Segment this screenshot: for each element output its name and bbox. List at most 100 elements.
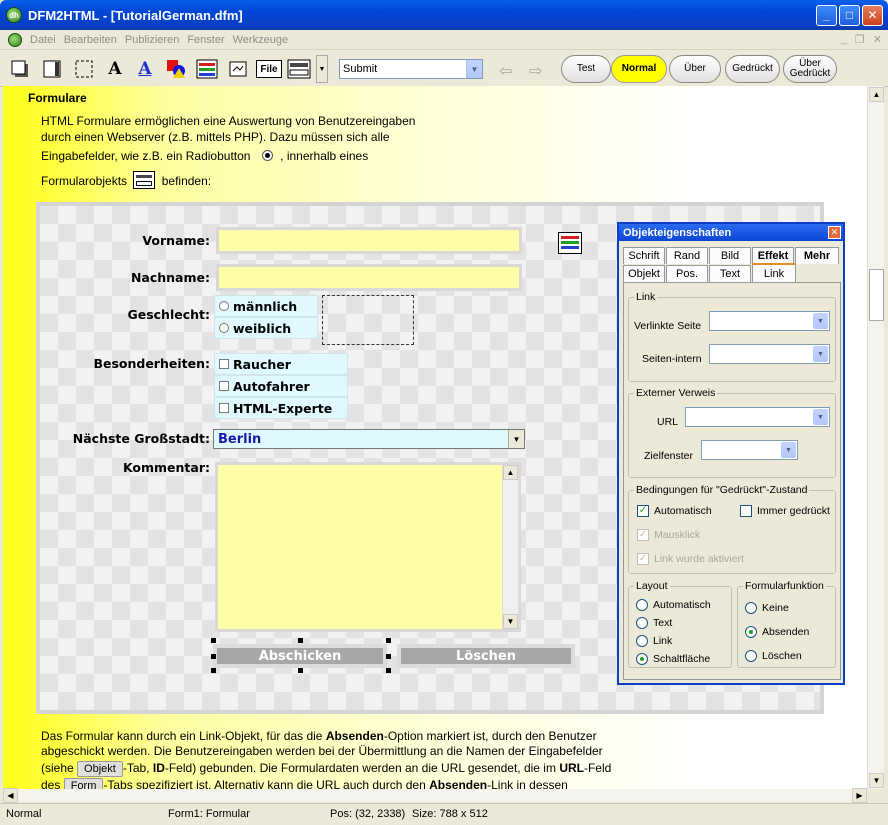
minimize-button[interactable]: _ xyxy=(816,4,837,26)
scrollbar-thumb[interactable] xyxy=(869,269,884,321)
close-button[interactable]: ✕ xyxy=(862,4,883,26)
form-loeschen-radio[interactable] xyxy=(745,650,757,662)
resize-handle[interactable] xyxy=(211,668,216,673)
shapes-tool-icon[interactable] xyxy=(164,57,188,81)
document-icon[interactable] xyxy=(8,32,22,47)
loeschen-button[interactable]: Löschen xyxy=(397,644,575,668)
kommentar-textarea[interactable]: ▲ ▼ xyxy=(215,462,521,632)
properties-close-icon[interactable]: ✕ xyxy=(828,226,841,239)
resize-handle[interactable] xyxy=(298,638,303,643)
scroll-left-icon[interactable]: ◀ xyxy=(3,788,18,803)
style-combo[interactable]: Submit ▼ xyxy=(339,59,483,79)
forward-arrow-icon[interactable]: ⇨ xyxy=(529,61,542,81)
menu-werkzeuge[interactable]: Werkzeuge xyxy=(233,34,288,46)
more-tools-dropdown-icon[interactable]: ▼ xyxy=(316,55,328,83)
resize-handle[interactable] xyxy=(211,638,216,643)
text-tool-icon[interactable]: A xyxy=(103,57,127,81)
chevron-down-icon[interactable]: ▼ xyxy=(508,430,524,448)
checkbox-raucher[interactable]: Raucher xyxy=(214,353,348,375)
tab-mehr[interactable]: Mehr xyxy=(795,247,839,264)
scroll-up-icon[interactable]: ▲ xyxy=(869,87,884,102)
state-test-button[interactable]: Test xyxy=(561,55,611,83)
file-tool-icon[interactable]: File xyxy=(256,60,282,78)
layout-link-radio[interactable] xyxy=(636,635,648,647)
layout-schaltflaeche-radio[interactable] xyxy=(636,653,648,665)
chevron-down-icon[interactable]: ▼ xyxy=(813,313,828,329)
menu-publizieren[interactable]: Publizieren xyxy=(125,34,179,46)
resize-handle[interactable] xyxy=(386,638,391,643)
checkbox-autofahrer[interactable]: Autofahrer xyxy=(214,375,348,397)
menu-bearbeiten[interactable]: Bearbeiten xyxy=(64,34,117,46)
intro-line-3b: , innerhalb eines xyxy=(280,149,369,163)
selection-tool-icon[interactable] xyxy=(72,57,96,81)
abschicken-button[interactable]: Abschicken xyxy=(213,644,387,668)
shadow-tool-icon[interactable] xyxy=(8,57,32,81)
checkbox-icon xyxy=(219,381,229,391)
radio-weiblich[interactable]: weiblich xyxy=(214,317,318,339)
link-group-title: Link xyxy=(634,291,658,303)
properties-title-bar[interactable]: Objekteigenschaften ✕ xyxy=(619,224,843,241)
checkbox-html-experte[interactable]: HTML-Experte xyxy=(214,397,348,419)
mdi-minimize-icon[interactable]: _ xyxy=(841,33,847,46)
horizontal-scrollbar[interactable]: ◀ ▶ xyxy=(3,788,867,803)
list-tool-icon[interactable] xyxy=(195,57,219,81)
resize-handle[interactable] xyxy=(386,654,391,659)
tab-schrift[interactable]: Schrift xyxy=(623,247,665,264)
form-absenden-radio[interactable] xyxy=(745,626,757,638)
mausklick-checkbox: ✓ xyxy=(637,529,649,541)
chevron-down-icon[interactable]: ▼ xyxy=(813,346,828,362)
state-normal-button[interactable]: Normal xyxy=(611,55,667,83)
zielfenster-combo[interactable]: ▼ xyxy=(701,440,798,460)
tab-link[interactable]: Link xyxy=(752,263,796,282)
vorname-input[interactable] xyxy=(216,227,522,254)
chevron-down-icon[interactable]: ▼ xyxy=(781,442,796,458)
scroll-right-icon[interactable]: ▶ xyxy=(852,788,867,803)
city-select[interactable]: Berlin ▼ xyxy=(213,429,525,449)
chevron-down-icon[interactable]: ▼ xyxy=(466,60,482,78)
state-gedrueckt-button[interactable]: Gedrückt xyxy=(725,55,780,83)
tab-effekt[interactable]: Effekt xyxy=(752,247,794,264)
textarea-scrollbar[interactable]: ▲ ▼ xyxy=(502,465,518,629)
edit-field-tool-icon[interactable] xyxy=(226,57,250,81)
maximize-button[interactable]: □ xyxy=(839,4,860,26)
mdi-restore-icon[interactable]: ❐ xyxy=(855,33,865,46)
url-combo[interactable]: ▼ xyxy=(685,407,830,427)
externer-verweis-group: Externer Verweis URL ▼ Zielfenster ▼ xyxy=(628,387,836,478)
verlinkte-seite-combo[interactable]: ▼ xyxy=(709,311,830,331)
resize-handle[interactable] xyxy=(386,668,391,673)
vertical-scrollbar[interactable]: ▲ ▼ xyxy=(867,86,884,789)
outro-line-3: (siehe Objekt -Tab, ID-Feld) gebunden. Di… xyxy=(41,759,611,777)
layout-automatisch-radio[interactable] xyxy=(636,599,648,611)
scroll-down-icon[interactable]: ▼ xyxy=(869,773,884,788)
state-ueber-button[interactable]: Über xyxy=(669,55,721,83)
chevron-down-icon[interactable]: ▼ xyxy=(813,409,828,425)
scroll-up-icon[interactable]: ▲ xyxy=(503,465,518,480)
tab-bild[interactable]: Bild xyxy=(709,247,751,264)
seiten-intern-combo[interactable]: ▼ xyxy=(709,344,830,364)
layout-text-radio[interactable] xyxy=(636,617,648,629)
back-arrow-icon[interactable]: ⇦ xyxy=(499,61,512,81)
tab-rand[interactable]: Rand xyxy=(666,247,708,264)
tab-pos[interactable]: Pos. xyxy=(666,265,708,282)
tab-objekt[interactable]: Objekt xyxy=(623,265,665,282)
immer-gedrueckt-checkbox[interactable] xyxy=(740,505,752,517)
menu-datei[interactable]: Datei xyxy=(30,34,56,46)
scroll-down-icon[interactable]: ▼ xyxy=(503,614,518,629)
window-title: DFM2HTML - [TutorialGerman.dfm] xyxy=(28,7,243,23)
menu-fenster[interactable]: Fenster xyxy=(187,34,224,46)
state-ueber-gedrueckt-button[interactable]: Über Gedrückt xyxy=(783,55,837,83)
tab-text[interactable]: Text xyxy=(709,265,751,282)
resize-handle[interactable] xyxy=(298,668,303,673)
outro-line-3f: -Feld xyxy=(583,761,612,775)
nachname-input[interactable] xyxy=(216,264,522,291)
text-link-tool-icon[interactable]: A xyxy=(133,57,157,81)
form-tool-icon[interactable] xyxy=(287,57,311,81)
app-icon[interactable]: dh xyxy=(6,7,22,23)
radio-maennlich[interactable]: männlich xyxy=(214,295,318,317)
resize-handle[interactable] xyxy=(211,654,216,659)
form-keine-radio[interactable] xyxy=(745,602,757,614)
mdi-close-icon[interactable]: ✕ xyxy=(873,33,882,46)
list-object-icon[interactable] xyxy=(558,232,582,254)
automatisch-checkbox[interactable]: ✓ xyxy=(637,505,649,517)
panel-tool-icon[interactable] xyxy=(40,57,64,81)
